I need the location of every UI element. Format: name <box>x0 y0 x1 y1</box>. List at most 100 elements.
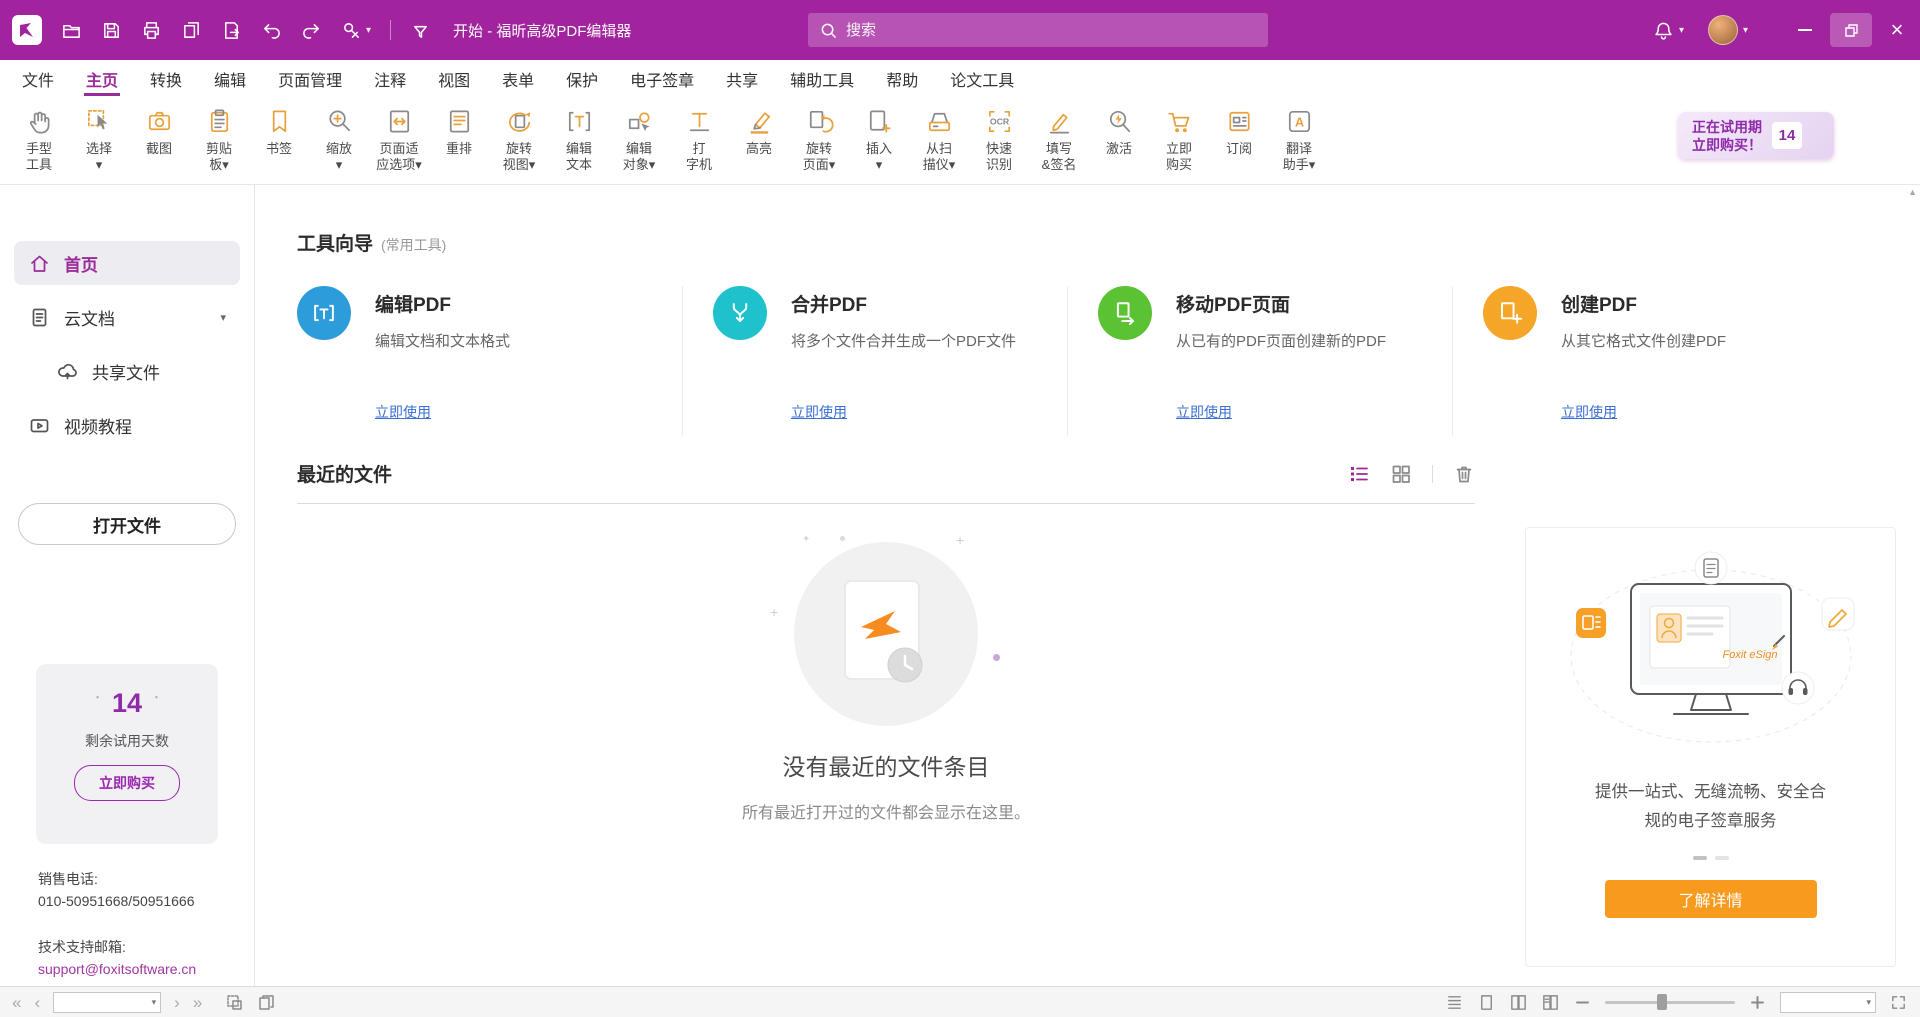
menu-item-home[interactable]: 主页 <box>70 60 134 98</box>
learn-more-button[interactable]: 了解详情 <box>1605 880 1817 918</box>
card-merge-pdf[interactable]: 合并PDF 将多个文件合并生成一个PDF文件 立即使用 <box>682 286 1067 436</box>
search-input[interactable] <box>846 22 1256 39</box>
ribbon-tool-activate[interactable]: 激活 <box>1094 106 1144 173</box>
ribbon-tool-bookmark[interactable]: 书签 <box>254 106 304 173</box>
sales-phone-label: 销售电话: <box>38 868 196 890</box>
zoom-level-input[interactable] <box>1785 995 1863 1010</box>
caret-down-icon[interactable]: ▾ <box>220 311 226 324</box>
zoom-out-button[interactable] <box>1573 993 1592 1012</box>
ribbon-tool-rotate-pages[interactable]: 旋转 页面▾ <box>794 106 844 173</box>
ribbon-tool-edit-object[interactable]: 编辑 对象▾ <box>614 106 664 173</box>
ribbon-tool-buy[interactable]: 立即 购买 <box>1154 106 1204 173</box>
minimize-button[interactable] <box>1782 0 1828 60</box>
single-page-icon[interactable] <box>1477 993 1496 1012</box>
ribbon-tool-fill-sign[interactable]: 填写 &签名 <box>1034 106 1084 173</box>
protect-menu[interactable]: ▾ <box>341 20 371 41</box>
fill-sign-icon <box>1044 106 1075 137</box>
ribbon-tool-reflow[interactable]: 重排 <box>434 106 484 173</box>
clipboard-icon <box>204 106 235 137</box>
list-view-icon[interactable] <box>1348 463 1370 485</box>
ribbon-tool-subscribe[interactable]: 订阅 <box>1214 106 1264 173</box>
zoom-slider-thumb[interactable] <box>1657 994 1667 1010</box>
sidebar-item-shared-files[interactable]: 共享文件 <box>14 349 240 393</box>
ribbon-tool-select[interactable]: 选择 ▾ <box>74 106 124 173</box>
fullscreen-icon[interactable] <box>1889 993 1908 1012</box>
card-edit-pdf[interactable]: 编辑PDF 编辑文档和文本格式 立即使用 <box>297 286 682 436</box>
save-icon[interactable] <box>101 20 122 41</box>
home-icon <box>28 252 51 275</box>
menu-item-page-management[interactable]: 页面管理 <box>262 60 358 98</box>
menu-item-comment[interactable]: 注释 <box>358 60 422 98</box>
menu-item-view[interactable]: 视图 <box>422 60 486 98</box>
use-now-link[interactable]: 立即使用 <box>375 402 510 422</box>
menu-item-accessibility[interactable]: 辅助工具 <box>774 60 870 98</box>
open-file-button[interactable]: 打开文件 <box>18 503 236 545</box>
ribbon-tool-snapshot[interactable]: 截图 <box>134 106 184 173</box>
ribbon-tool-page-fit[interactable]: 页面适 应选项▾ <box>374 106 424 173</box>
open-file-icon[interactable] <box>61 20 82 41</box>
notifications-menu[interactable]: ▾ <box>1653 20 1684 41</box>
facing-pages-icon[interactable] <box>1509 993 1528 1012</box>
recent-files-header: 最近的文件 <box>297 460 1475 487</box>
customize-toolbar-icon[interactable] <box>410 20 431 41</box>
use-now-link[interactable]: 立即使用 <box>1561 402 1726 422</box>
ribbon-tool-ocr[interactable]: OCR 快速 识别 <box>974 106 1024 173</box>
undo-icon[interactable] <box>261 20 282 41</box>
menu-item-esign[interactable]: 电子签章 <box>614 60 710 98</box>
menu-item-file[interactable]: 文件 <box>6 60 70 98</box>
menu-item-convert[interactable]: 转换 <box>134 60 198 98</box>
menu-item-edit[interactable]: 编辑 <box>198 60 262 98</box>
ribbon-tool-zoom[interactable]: 缩放 ▾ <box>314 106 364 173</box>
menu-item-help[interactable]: 帮助 <box>870 60 934 98</box>
menu-item-protect[interactable]: 保护 <box>550 60 614 98</box>
ribbon-tool-highlight[interactable]: 高亮 <box>734 106 784 173</box>
menu-item-share[interactable]: 共享 <box>710 60 774 98</box>
save-as-icon[interactable] <box>181 20 202 41</box>
print-icon[interactable] <box>141 20 162 41</box>
ribbon-tool-edit-text[interactable]: 编辑 文本 <box>554 106 604 173</box>
snapshot-tool-icon[interactable] <box>225 993 244 1012</box>
menu-item-form[interactable]: 表单 <box>486 60 550 98</box>
trash-icon[interactable] <box>1453 463 1475 485</box>
ribbon-tool-translate[interactable]: A 翻译 助手▾ <box>1274 106 1324 173</box>
account-menu[interactable]: ▾ <box>1708 15 1748 45</box>
buy-now-button[interactable]: 立即购买 <box>74 765 180 801</box>
carousel-dot-active[interactable] <box>1693 856 1707 860</box>
card-move-pdf-pages[interactable]: 移动PDF页面 从已有的PDF页面创建新的PDF 立即使用 <box>1067 286 1452 436</box>
ribbon-tool-insert[interactable]: 插入 ▾ <box>854 106 904 173</box>
promo-text: 提供一站式、无缝流畅、安全合 规的电子签章服务 <box>1595 778 1826 836</box>
sidebar-item-home[interactable]: 首页 <box>14 241 240 285</box>
reflow-icon <box>444 106 475 137</box>
close-button[interactable]: × <box>1874 0 1920 60</box>
ribbon-tool-typewriter[interactable]: 打 字机 <box>674 106 724 173</box>
ribbon-tool-hand[interactable]: 手型 工具 <box>14 106 64 173</box>
caret-down-icon[interactable]: ▾ <box>1863 997 1871 1008</box>
ribbon-tool-scanner[interactable]: 从扫 描仪▾ <box>914 106 964 173</box>
facing-continuous-icon[interactable] <box>1541 993 1560 1012</box>
use-now-link[interactable]: 立即使用 <box>1176 402 1386 422</box>
activate-icon <box>1104 106 1135 137</box>
menu-item-paper-tools[interactable]: 论文工具 <box>934 60 1030 98</box>
use-now-link[interactable]: 立即使用 <box>791 402 1016 422</box>
foxit-logo[interactable] <box>12 15 42 45</box>
export-icon[interactable] <box>221 20 242 41</box>
scrollbar-up-arrow[interactable]: ▲ <box>1908 187 1917 197</box>
zoom-in-button[interactable] <box>1748 993 1767 1012</box>
ribbon-tool-rotate-view[interactable]: 旋转 视图▾ <box>494 106 544 173</box>
card-create-pdf[interactable]: 创建PDF 从其它格式文件创建PDF 立即使用 <box>1452 286 1837 436</box>
move-pages-icon <box>1098 286 1152 340</box>
ribbon-tool-clipboard[interactable]: 剪贴 板▾ <box>194 106 244 173</box>
trial-banner[interactable]: 正在试用期 立即购买！ 14 <box>1678 112 1834 159</box>
search-box[interactable] <box>808 13 1268 47</box>
continuous-scroll-icon[interactable] <box>1445 993 1464 1012</box>
support-email-link[interactable]: support@foxitsoftware.cn <box>38 958 196 980</box>
zoom-slider[interactable] <box>1605 1001 1735 1004</box>
sidebar-item-cloud-docs[interactable]: 云文档 ▾ <box>14 295 240 339</box>
restore-button[interactable] <box>1828 0 1874 60</box>
grid-view-icon[interactable] <box>1390 463 1412 485</box>
carousel-dot[interactable] <box>1715 856 1729 860</box>
first-page-button[interactable]: « <box>12 994 21 1011</box>
clipboard-copy-icon[interactable] <box>257 993 276 1012</box>
redo-icon[interactable] <box>301 20 322 41</box>
sidebar-item-video-tutorials[interactable]: 视频教程 <box>14 403 240 447</box>
